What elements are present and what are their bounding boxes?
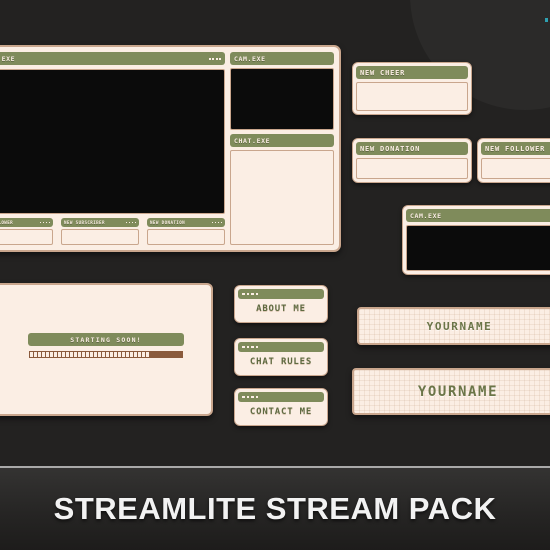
main-overlay-right-column: CAM.EXE CHAT.EXE <box>230 52 334 245</box>
starting-soon-panel: STARTING SOON! <box>0 283 213 416</box>
overlay-chat-title: CHAT.EXE <box>234 136 271 145</box>
alert-mini-body <box>0 229 53 245</box>
overlay-chat-body <box>230 150 334 245</box>
alert-mini-body <box>61 229 139 245</box>
main-stream-overlay: MAIN.EXE NEW FOLLOWER NEW SUBSCRIBER <box>0 45 341 252</box>
overlay-chat-titlebar: CHAT.EXE <box>230 134 334 147</box>
alert-box-label: NEW DONATION <box>360 144 421 153</box>
alert-mini-label: NEW DONATION <box>150 220 186 225</box>
window-dots-icon <box>208 57 221 60</box>
alert-box-new-donation: NEW DONATION <box>352 138 472 183</box>
alert-mini-follower: NEW FOLLOWER <box>0 218 53 245</box>
main-window-titlebar: MAIN.EXE <box>0 52 225 65</box>
main-gameplay-screen <box>0 69 225 214</box>
cyan-speck <box>545 18 548 22</box>
webcam-titlebar: CAM.EXE <box>406 209 550 222</box>
menu-button-chat-rules[interactable]: CHAT RULES <box>234 338 328 376</box>
alert-box-titlebar: NEW DONATION <box>356 142 468 155</box>
alert-box-label: NEW CHEER <box>360 68 406 77</box>
webcam-frame: CAM.EXE <box>402 205 550 275</box>
window-dots-icon <box>211 221 222 224</box>
alert-box-titlebar: NEW FOLLOWER <box>481 142 550 155</box>
overlay-cam-window: CAM.EXE <box>230 52 334 130</box>
window-dots-icon <box>242 345 258 349</box>
menu-button-about-me[interactable]: ABOUT ME <box>234 285 328 323</box>
footer-bar: STREAMLITE STREAM PACK <box>0 468 550 550</box>
alert-mini-label: NEW FOLLOWER <box>0 220 14 225</box>
overlay-chat-window: CHAT.EXE <box>230 134 334 245</box>
name-banner-large: YOURNAME <box>352 368 550 415</box>
menu-button-titlebar <box>238 289 324 299</box>
webcam-title: CAM.EXE <box>410 211 442 220</box>
name-banner-small: YOURNAME <box>357 307 550 345</box>
menu-button-contact-me[interactable]: CONTACT ME <box>234 388 328 426</box>
alert-mini-donation: NEW DONATION <box>147 218 225 245</box>
menu-button-label: ABOUT ME <box>256 304 306 314</box>
alert-box-body <box>356 82 468 111</box>
window-dots-icon <box>125 221 136 224</box>
footer-title: STREAMLITE STREAM PACK <box>53 491 497 526</box>
alert-mini-body <box>147 229 225 245</box>
alert-mini-titlebar: NEW SUBSCRIBER <box>61 218 139 227</box>
starting-soon-label: STARTING SOON! <box>28 333 184 346</box>
overlay-cam-screen <box>230 68 334 130</box>
alert-box-new-cheer: NEW CHEER <box>352 62 472 115</box>
main-window-title: MAIN.EXE <box>0 54 16 63</box>
overlay-cam-title: CAM.EXE <box>234 54 266 63</box>
menu-button-titlebar <box>238 392 324 402</box>
menu-button-label: CONTACT ME <box>249 407 313 417</box>
name-banner-text: YOURNAME <box>417 383 499 400</box>
name-banner-text: YOURNAME <box>426 319 493 333</box>
menu-button-label: CHAT RULES <box>249 357 313 367</box>
alert-mini-row: NEW FOLLOWER NEW SUBSCRIBER NEW DONATION <box>0 218 225 245</box>
alert-mini-subscriber: NEW SUBSCRIBER <box>61 218 139 245</box>
alert-box-label: NEW FOLLOWER <box>485 144 546 153</box>
starting-soon-inner: STARTING SOON! <box>28 333 184 359</box>
alert-mini-titlebar: NEW DONATION <box>147 218 225 227</box>
window-dots-icon <box>242 292 258 296</box>
loading-progress-bar <box>28 350 184 359</box>
alert-mini-label: NEW SUBSCRIBER <box>64 220 105 225</box>
overlay-cam-titlebar: CAM.EXE <box>230 52 334 65</box>
alert-mini-titlebar: NEW FOLLOWER <box>0 218 53 227</box>
stream-pack-preview: MAIN.EXE NEW FOLLOWER NEW SUBSCRIBER <box>0 0 550 550</box>
main-overlay-left-column: MAIN.EXE NEW FOLLOWER NEW SUBSCRIBER <box>0 52 225 245</box>
alert-box-new-follower: NEW FOLLOWER <box>477 138 550 183</box>
menu-button-titlebar <box>238 342 324 352</box>
alert-box-body <box>356 158 468 179</box>
window-dots-icon <box>39 221 50 224</box>
alert-box-titlebar: NEW CHEER <box>356 66 468 79</box>
alert-box-body <box>481 158 550 179</box>
loading-progress-fill <box>30 352 149 357</box>
window-dots-icon <box>242 395 258 399</box>
webcam-screen <box>406 225 550 271</box>
